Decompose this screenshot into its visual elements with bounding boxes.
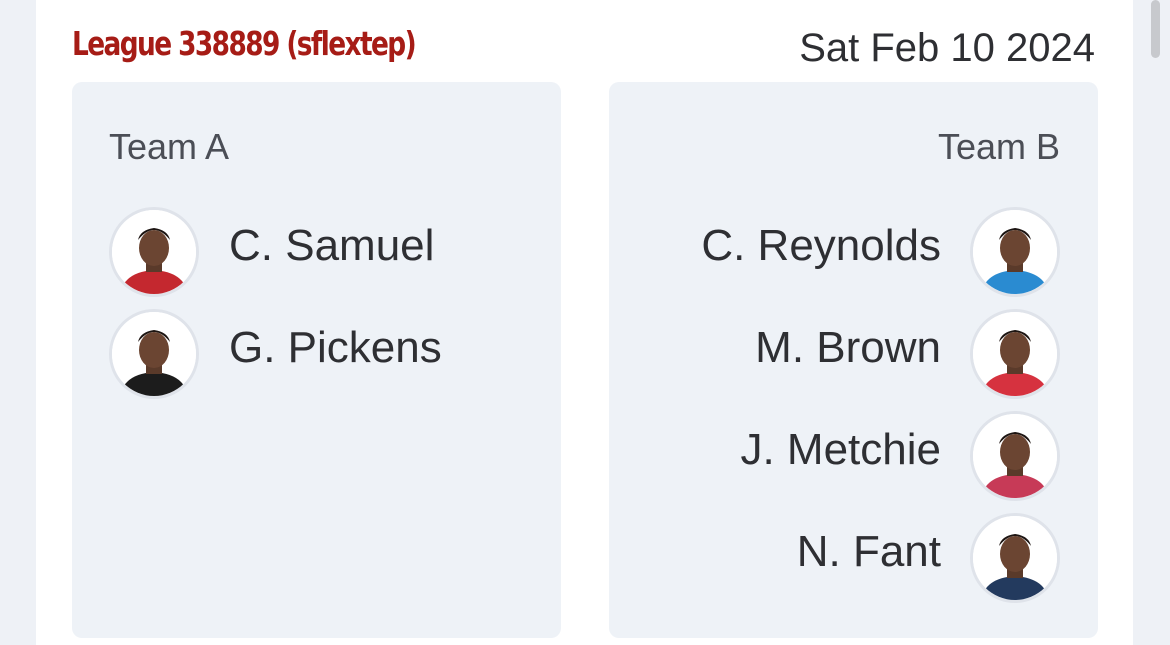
team-a-name: Team A [109,126,230,167]
team-a-panel: Team A C. Samuel G. Pickens [72,82,561,638]
player-headshot-icon [109,207,199,297]
player-name: C. Samuel [229,221,435,270]
player-headshot-icon [970,411,1060,501]
player-row[interactable]: M. Brown [609,309,1098,399]
team-b-name: Team B [937,126,1060,167]
player-name: M. Brown [755,323,941,372]
team-b-panel: Team B C. Reynolds M. Brown J. Metchie N… [609,82,1098,638]
player-row[interactable]: G. Pickens [72,309,561,399]
trade-date: Sat Feb 10 2024 [799,26,1095,70]
player-row[interactable]: J. Metchie [609,411,1098,501]
player-name: J. Metchie [740,425,941,474]
scrollbar-track[interactable] [1144,0,1170,645]
player-name: C. Reynolds [701,221,941,270]
player-row[interactable]: N. Fant [609,513,1098,603]
player-headshot-icon [970,309,1060,399]
player-row[interactable]: C. Samuel [72,207,561,297]
league-title[interactable]: League 338889 (sflextep) [72,24,417,63]
player-headshot-icon [970,207,1060,297]
player-headshot-icon [970,513,1060,603]
player-row[interactable]: C. Reynolds [609,207,1098,297]
player-headshot-icon [109,309,199,399]
scrollbar-thumb[interactable] [1151,0,1160,58]
player-name: G. Pickens [229,323,442,372]
player-name: N. Fant [796,527,941,576]
